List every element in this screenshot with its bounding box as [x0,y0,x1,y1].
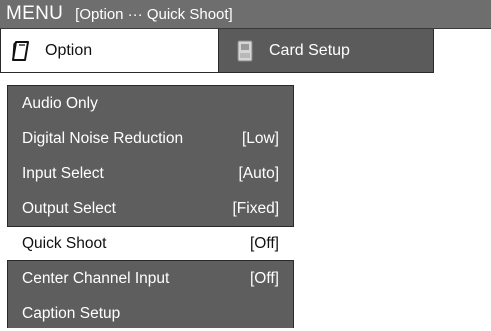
menu-item-input-select[interactable]: Input Select [Auto] [8,156,293,191]
menu-item-value: [Off] [249,234,279,252]
menu-item-digital-noise-reduction[interactable]: Digital Noise Reduction [Low] [8,121,293,156]
menu-item-label: Input Select [22,164,104,182]
option-menu-panel: Audio Only Digital Noise Reduction [Low]… [7,85,294,328]
menu-title-bar: MENU [Option ··· Quick Shoot] [0,0,491,29]
menu-item-quick-shoot[interactable]: Quick Shoot [Off] [7,226,294,261]
menu-item-value: [Auto] [238,164,280,182]
menu-item-audio-only[interactable]: Audio Only [8,86,293,121]
menu-item-label: Digital Noise Reduction [22,129,184,147]
menu-item-value: [Low] [241,129,279,147]
menu-title: MENU [6,3,64,24]
menu-item-label: Quick Shoot [22,234,107,252]
menu-item-output-select[interactable]: Output Select [Fixed] [8,191,293,226]
card-icon [233,39,257,63]
tab-option-label: Option [45,41,93,59]
menu-item-value: [Fixed] [232,199,279,217]
menu-item-label: Audio Only [22,94,98,112]
menu-item-value: [Off] [249,269,279,287]
menu-item-caption-setup[interactable]: Caption Setup [8,296,293,331]
tab-bar: Option Card Setup [0,29,491,77]
menu-item-label: Center Channel Input [22,269,170,287]
menu-item-label: Output Select [22,199,116,217]
menu-item-center-channel-input[interactable]: Center Channel Input [Off] [8,261,293,296]
menu-item-label: Caption Setup [22,304,121,322]
notepad-icon [9,39,33,63]
tab-card-setup-label: Card Setup [269,41,350,59]
menu-breadcrumb: [Option ··· Quick Shoot] [75,5,233,23]
tab-card-setup[interactable]: Card Setup [219,29,434,73]
tab-option[interactable]: Option [0,29,219,73]
